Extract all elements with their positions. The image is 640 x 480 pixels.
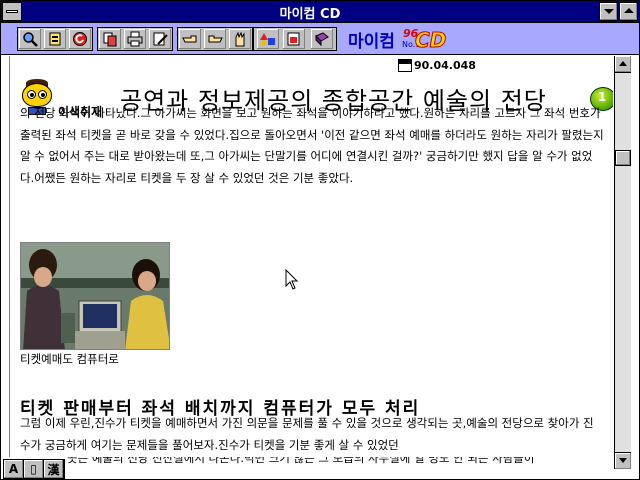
article-paragraph-2: 그럼 이제 우린,진수가 티켓을 예매하면서 가진 의문을 문제를 풀 수 있을… (20, 416, 594, 452)
issue-info: 90.04.048 (398, 56, 476, 74)
brand-cd: CD (414, 28, 447, 53)
window-title: 마이컴 CD (279, 7, 341, 22)
system-menu-button[interactable] (2, 2, 22, 21)
article-paragraph-3-wrap: 곳은 예술의 전당 전산실에서 나온다.벽면 크기 않은 그 모습의 사무실에 … (67, 457, 614, 469)
brand-name: 마이컴 (348, 32, 395, 52)
shapes-icon[interactable] (257, 29, 279, 49)
minimize-button[interactable] (599, 2, 618, 21)
article-content: 90.04.048 이색취재 공연과 정보제공의 종합공간 예술의 전당 1 의… (9, 56, 613, 457)
article-paragraph-1: 의 전당 좌석이 나타났다.그 아가씨는 화면을 보고 원하는 좌석을 이야기하… (20, 106, 604, 185)
scroll-up-button[interactable] (615, 56, 631, 73)
maximize-button[interactable] (619, 2, 638, 21)
maximize-icon (624, 8, 634, 13)
brand-logo: 마이컴 96 No.1 CD (345, 25, 447, 53)
back-icon[interactable] (69, 29, 91, 49)
toolbar-group-4 (253, 27, 337, 51)
hand-point-icon[interactable] (204, 29, 226, 49)
ticket-photo (20, 242, 170, 350)
calendar-icon (398, 58, 412, 72)
ime-status: A ▯ 漢 (3, 459, 65, 479)
copy-icon[interactable] (99, 29, 121, 49)
printer-icon[interactable] (124, 29, 146, 49)
scroll-track[interactable] (615, 73, 631, 452)
ime-english-button[interactable]: A (4, 460, 24, 478)
system-menu-icon (6, 10, 18, 13)
next-page-label: 1 (598, 90, 607, 104)
window-border (631, 56, 639, 469)
issue-number: 90.04.048 (414, 58, 476, 72)
bookmark-icon[interactable] (283, 29, 305, 49)
ime-width-button[interactable]: ▯ (24, 460, 44, 478)
scroll-thumb[interactable] (615, 150, 631, 166)
zoom-icon[interactable] (19, 29, 41, 49)
article-paragraph-3: 곳은 예술의 전당 전산실에서 나온다.벽면 크기 않은 그 모습의 사무실에 … (67, 457, 535, 465)
toolbar-group-2 (97, 27, 173, 51)
vertical-scrollbar[interactable] (614, 56, 631, 469)
title-bar[interactable]: 마이컴 CD (1, 1, 639, 23)
toolbar-group-1 (17, 27, 93, 51)
book-icon[interactable] (311, 29, 333, 49)
minimize-icon (604, 9, 614, 14)
hand-icon[interactable] (179, 29, 201, 49)
hand-stop-icon[interactable] (229, 29, 251, 49)
photo-caption: 티켓예매도 컴퓨터로 (20, 352, 119, 366)
mouse-cursor-icon (285, 269, 299, 290)
toolbar-group-3 (177, 27, 253, 51)
arrow-down-icon (619, 458, 627, 463)
app-window: 마이컴 CD 마이컴 96 No.1 CD 90.04.048 이색취재 공연과… (0, 0, 640, 480)
arrow-up-icon (619, 61, 627, 66)
toolbar: 마이컴 96 No.1 CD (1, 23, 639, 55)
print-icon[interactable] (44, 29, 66, 49)
edit-icon[interactable] (149, 29, 171, 49)
scroll-down-button[interactable] (615, 452, 631, 469)
ime-hanja-button[interactable]: 漢 (44, 460, 64, 478)
